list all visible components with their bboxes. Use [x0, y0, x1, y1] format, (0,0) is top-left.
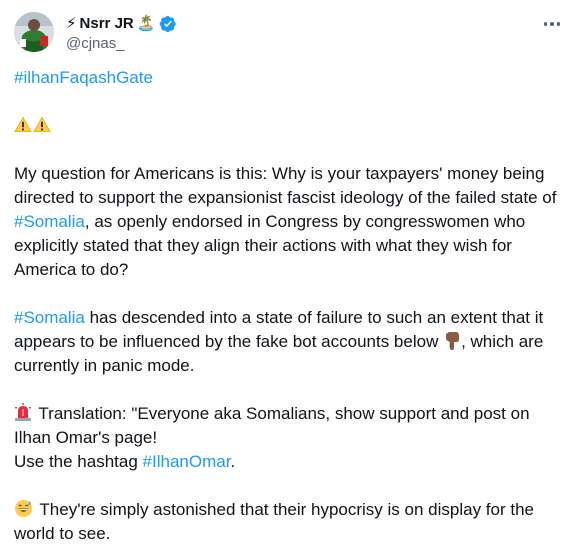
island-emoji: 🏝️	[136, 15, 156, 32]
warning-emojis	[14, 114, 570, 138]
paragraph-3-text-b: Use the hashtag	[14, 452, 143, 471]
more-options-icon[interactable]	[540, 14, 564, 34]
siren-icon	[15, 403, 31, 421]
paragraph-1-text-b: , as openly endorsed in Congress by cong…	[14, 212, 526, 279]
paragraph-1: My question for Americans is this: Why i…	[14, 162, 570, 282]
tweet-body: #ilhanFaqashGate My question for America…	[14, 66, 570, 546]
warning-icon	[33, 116, 51, 133]
hashtag-link[interactable]: #IlhanOmar	[143, 452, 231, 471]
avatar-image	[14, 12, 54, 52]
paragraph-1-text-a: My question for Americans is this: Why i…	[14, 164, 557, 207]
verified-badge-icon	[160, 15, 177, 33]
author-handle[interactable]: @cjnas_	[66, 35, 125, 53]
avatar[interactable]	[14, 12, 54, 52]
author-name-row[interactable]: ⚡ Nsrr JR 🏝️	[66, 14, 177, 34]
paragraph-4: They're simply astonished that their hyp…	[14, 498, 570, 546]
tweet-header: ⚡ Nsrr JR 🏝️ @cjnas_	[14, 12, 566, 56]
paragraph-4-text: They're simply astonished that their hyp…	[14, 500, 535, 543]
paragraph-3: Translation: "Everyone aka Somalians, sh…	[14, 402, 570, 474]
paragraph-3-text-c: .	[230, 452, 236, 471]
hashtag-link[interactable]: #Somalia	[14, 308, 85, 327]
author-name[interactable]: Nsrr JR	[80, 14, 134, 34]
hashtag-link[interactable]: #Somalia	[14, 212, 85, 231]
lightning-emoji: ⚡	[66, 15, 77, 32]
warning-icon	[14, 116, 32, 133]
paragraph-2: #Somalia has descended into a state of f…	[14, 306, 570, 378]
hashtag-link[interactable]: #ilhanFaqashGate	[14, 66, 570, 90]
grinning-face-with-sweat-icon	[14, 499, 33, 518]
paragraph-3-text-a: Translation: "Everyone aka Somalians, sh…	[14, 404, 530, 447]
backhand-index-pointing-down-icon	[446, 332, 460, 350]
